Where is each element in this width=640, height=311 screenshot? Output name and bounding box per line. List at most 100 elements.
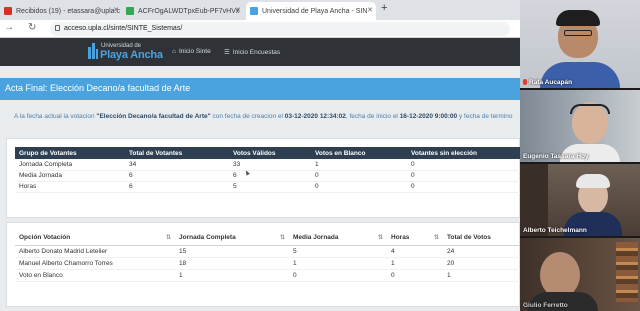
table-row: Jornada Completa 34 33 1 0 — [15, 159, 521, 171]
sort-icon[interactable]: ⇅ — [378, 234, 383, 241]
table-row: Media Jornada 6 6 0 0 — [15, 170, 521, 182]
url-field[interactable]: acceso.upla.cl/sinte/SINTE_Sistemas/ — [50, 22, 510, 36]
column-header: Total de Votantes — [125, 147, 229, 159]
participant-name: Eugenio Tassara Hoy — [523, 153, 589, 160]
participant-tile[interactable]: Alberto Teichelmann — [520, 164, 640, 236]
table-cell: 20 — [443, 257, 521, 270]
info-vote-name: "Elección Decano/a facultad de Arte" — [96, 113, 211, 120]
table-row: Horas 6 5 0 0 — [15, 181, 521, 193]
table-cell: 0 — [311, 170, 407, 182]
close-icon[interactable]: ✕ — [235, 6, 241, 14]
logo-text: Playa Ancha — [100, 49, 163, 61]
votantes-card: Grupo de Votantes Total de Votantes Voto… — [6, 138, 521, 218]
table-cell: 1 — [289, 257, 387, 270]
info-text-part: con fecha de creacion el — [210, 113, 285, 120]
table-cell: 24 — [443, 245, 521, 258]
table-cell: 18 — [175, 257, 289, 270]
table-cell: 0 — [407, 170, 521, 182]
column-header: Votantes sin elección — [407, 147, 521, 159]
table-row: Voto en Blanco 1 0 0 1 — [15, 269, 521, 282]
tab-title: Universidad de Playa Ancha - SIN — [262, 7, 368, 15]
table-cell: Jornada Completa — [15, 159, 125, 171]
table-cell: 0 — [407, 159, 521, 171]
info-created-date: 03-12-2020 12:34:02 — [284, 113, 346, 120]
table-cell: 1 — [175, 269, 289, 282]
site-header: Universidad de Playa Ancha ⌂ Inicio Sint… — [0, 38, 520, 66]
column-header[interactable]: Horas ⇅ — [387, 231, 443, 246]
table-cell: 0 — [407, 181, 521, 193]
table-cell: 1 — [443, 269, 521, 282]
table-row: Manuel Alberto Chamorro Torres 18 1 1 20 — [15, 257, 521, 270]
sort-icon[interactable]: ⇅ — [280, 234, 285, 241]
participant-name: Giulio Ferretto — [523, 302, 568, 309]
site-icon — [250, 7, 258, 15]
muted-mic-icon — [523, 79, 527, 86]
table-cell: 33 — [229, 159, 311, 171]
reload-icon[interactable]: ↻ — [28, 22, 36, 33]
browser-tab-active[interactable]: Universidad de Playa Ancha - SIN ✕ — [246, 2, 376, 20]
resultados-card: Opción Votación ⇅ Jornada Completa ⇅ Media… — [6, 222, 521, 307]
column-header-label: Total de Votos — [447, 234, 491, 242]
home-icon: ⌂ — [172, 48, 176, 55]
participant-hair — [576, 174, 610, 188]
glasses-icon — [564, 30, 592, 36]
table-cell: 15 — [175, 245, 289, 258]
new-tab-button[interactable]: + — [381, 2, 387, 14]
table-row: Alberto Donato Madrid Letelier 15 5 4 24 — [15, 245, 521, 258]
info-text-part: y fecha de termino — [457, 113, 513, 120]
participant-tile[interactable]: Giulio Ferretto — [520, 238, 640, 311]
column-header[interactable]: Media Jornada ⇅ — [289, 231, 387, 246]
column-header-label: Media Jornada — [293, 234, 339, 242]
participant-tile[interactable]: Eugenio Tassara Hoy — [520, 90, 640, 162]
table-cell: Media Jornada — [15, 170, 125, 182]
close-icon[interactable]: ✕ — [367, 6, 373, 14]
table-cell: 0 — [311, 181, 407, 193]
table-cell: Alberto Donato Madrid Letelier — [15, 245, 175, 258]
info-text: A la fecha actual la votacion "Elección … — [14, 113, 512, 120]
bookshelf — [616, 242, 638, 302]
table-cell: 0 — [387, 269, 443, 282]
table-cell: Manuel Alberto Chamorro Torres — [15, 257, 175, 270]
table-header-row: Grupo de Votantes Total de Votantes Voto… — [15, 147, 521, 159]
table-cell: 6 — [125, 170, 229, 182]
column-header[interactable]: Opción Votación ⇅ — [15, 231, 175, 246]
table-cell: 4 — [387, 245, 443, 258]
table-cell: 0 — [289, 269, 387, 282]
table-cell: 1 — [387, 257, 443, 270]
column-header: Votos en Blanco — [311, 147, 407, 159]
mail-icon — [4, 7, 12, 15]
nav-inicio-sinte[interactable]: ⌂ Inicio Sinte — [172, 48, 211, 55]
table-cell: Horas — [15, 181, 125, 193]
column-header-label: Jornada Completa — [179, 234, 236, 242]
close-icon[interactable]: ✕ — [113, 6, 119, 14]
participant-tile[interactable]: Rafa Aucapán — [520, 0, 640, 88]
nav-inicio-encuestas[interactable]: ☰ Inicio Encuestas — [224, 48, 281, 57]
university-logo-icon[interactable] — [88, 43, 98, 59]
sort-icon[interactable]: ⇅ — [166, 234, 171, 241]
browser-tab[interactable]: Recibidos (19) - etassara@upla.c ✕ — [0, 2, 122, 20]
browser-tab[interactable]: ACFrOgALWDTpxEub-PF7vHVx ✕ — [122, 2, 244, 20]
info-panel: A la fecha actual la votacion "Elección … — [0, 102, 520, 132]
table-cell: 5 — [229, 181, 311, 193]
participant-name: Rafa Aucapán — [523, 79, 572, 86]
table-cell: 6 — [125, 181, 229, 193]
column-header[interactable]: Total de Votos — [443, 231, 521, 246]
nav-label: Inicio Sinte — [178, 48, 211, 55]
column-header: Votos Válidos — [229, 147, 311, 159]
back-arrow-icon[interactable]: → — [4, 22, 14, 33]
url-text: acceso.upla.cl/sinte/SINTE_Sistemas/ — [64, 25, 183, 32]
column-header[interactable]: Jornada Completa ⇅ — [175, 231, 289, 246]
doorframe — [520, 164, 548, 236]
info-prefix: A la fecha actual la votacion — [14, 113, 97, 120]
info-text-part: , fecha de inicio el — [345, 113, 400, 120]
document-icon — [126, 7, 134, 15]
sort-icon[interactable]: ⇅ — [434, 234, 439, 241]
table-cell: 34 — [125, 159, 229, 171]
headphones-icon — [570, 104, 610, 114]
page-title: Acta Final: Elección Decano/a facultad d… — [5, 83, 191, 93]
column-header-label: Opción Votación — [19, 234, 71, 242]
acta-title-bar: Acta Final: Elección Decano/a facultad d… — [0, 78, 520, 100]
list-icon: ☰ — [224, 49, 230, 56]
resultados-table: Opción Votación ⇅ Jornada Completa ⇅ Media… — [15, 231, 521, 282]
nav-label: Inicio Encuestas — [232, 48, 281, 56]
